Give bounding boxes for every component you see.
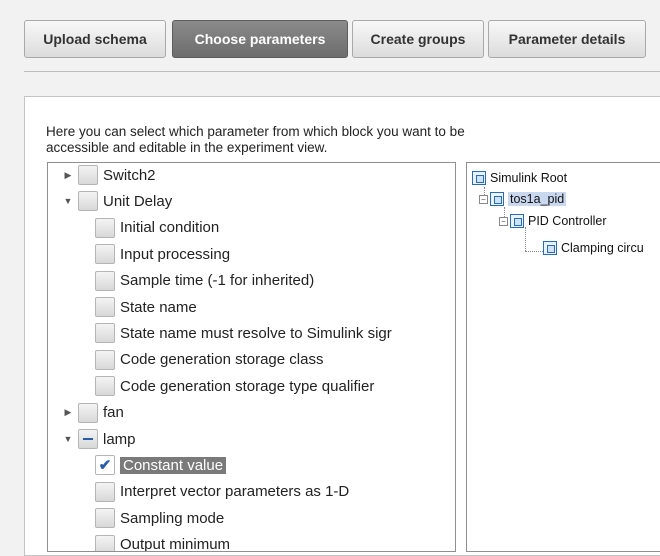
tree-row-label: lamp [103, 430, 136, 448]
tab-divider [24, 71, 660, 72]
tree-row[interactable]: ▼ lamp [62, 427, 136, 451]
checkbox[interactable] [95, 508, 115, 529]
expanded-arrow-icon[interactable]: ▼ [62, 433, 74, 445]
checkbox[interactable] [95, 323, 115, 344]
tab-parameter-details[interactable]: Parameter details [488, 20, 646, 58]
checkbox-partial[interactable] [78, 429, 98, 449]
tree-node-pid-controller[interactable]: − PID Controller [499, 214, 607, 228]
tree-node-simulink-root[interactable]: Simulink Root [472, 171, 567, 185]
description-text: Here you can select which parameter from… [46, 124, 465, 155]
tree-connector [525, 227, 526, 251]
tree-row-label: Interpret vector parameters as 1-D [120, 483, 350, 501]
tree-row[interactable]: Initial condition [95, 216, 219, 240]
tree-row-label: Unit Delay [103, 192, 173, 210]
tree-row[interactable]: ✔ Constant value [95, 453, 227, 477]
checkbox[interactable] [95, 270, 115, 291]
subsystem-icon [510, 214, 524, 228]
checkbox-checked[interactable]: ✔ [95, 455, 115, 476]
checkbox[interactable] [95, 376, 115, 397]
checkbox[interactable] [78, 165, 98, 185]
collapse-icon[interactable]: − [479, 194, 488, 204]
tree-row-label: State name must resolve to Simulink sigr [120, 324, 392, 342]
subsystem-icon [543, 241, 557, 255]
tree-row[interactable]: State name [95, 295, 197, 319]
collapsed-arrow-icon[interactable]: ▶ [62, 407, 74, 419]
tab-bar: Upload schema Choose parameters Create g… [0, 0, 660, 95]
tree-row[interactable]: ▼ Unit Delay [62, 189, 172, 213]
checkbox[interactable] [95, 217, 115, 238]
expanded-arrow-icon[interactable]: ▼ [62, 195, 74, 207]
tree-row-label: Switch2 [103, 166, 156, 184]
checkbox[interactable] [78, 402, 98, 423]
tree-row[interactable]: Code generation storage class [95, 348, 323, 372]
tab-upload-schema[interactable]: Upload schema [24, 20, 166, 58]
tree-node-clamping-circuit[interactable]: Clamping circu [543, 241, 644, 255]
tree-row-label: Input processing [120, 245, 231, 263]
tree-row[interactable]: Interpret vector parameters as 1-D [95, 480, 349, 504]
model-icon [490, 192, 504, 206]
tree-row[interactable]: Sampling mode [95, 506, 224, 530]
checkbox[interactable] [78, 191, 98, 212]
tree-row[interactable]: Output minimum [95, 533, 231, 552]
checkbox[interactable] [95, 349, 115, 370]
tree-row[interactable]: ▶ Switch2 [62, 163, 156, 187]
tree-row-label: Initial condition [120, 219, 220, 237]
model-tree[interactable]: Simulink Root − tos1a_pid − PID Controll… [466, 162, 660, 552]
checkbox[interactable] [95, 481, 115, 502]
tree-row-label: Code generation storage type qualifier [120, 377, 375, 395]
tree-row-label: State name [120, 298, 197, 316]
tree-row[interactable]: Code generation storage type qualifier [95, 374, 374, 398]
checkbox[interactable] [95, 534, 115, 551]
collapse-icon[interactable]: − [499, 216, 508, 226]
tree-row-label: Sample time (-1 for inherited) [120, 272, 315, 290]
tab-choose-parameters[interactable]: Choose parameters [172, 20, 348, 58]
tree-row-label: Constant value [120, 456, 227, 474]
tree-row[interactable]: Input processing [95, 242, 230, 266]
simulink-root-icon [472, 171, 486, 185]
checkbox[interactable] [95, 244, 115, 265]
tree-row-label: Sampling mode [120, 509, 225, 527]
parameter-tree[interactable]: Output minimum Sampling mode Interpret vec… [47, 162, 456, 552]
tree-row-label: Code generation storage class [120, 351, 324, 369]
tree-row[interactable]: Sample time (-1 for inherited) [95, 269, 314, 293]
tree-connector [525, 251, 543, 252]
tree-row-label: Output minimum [120, 536, 231, 552]
collapsed-arrow-icon[interactable]: ▶ [62, 169, 74, 181]
tree-row[interactable]: State name must resolve to Simulink sigr [95, 321, 392, 345]
tree-row[interactable]: ▶ fan [62, 401, 124, 425]
checkbox[interactable] [95, 297, 115, 317]
tree-node-tos1a-pid[interactable]: − tos1a_pid [479, 192, 567, 206]
tree-row-label: fan [103, 404, 124, 422]
tab-create-groups[interactable]: Create groups [352, 20, 484, 58]
